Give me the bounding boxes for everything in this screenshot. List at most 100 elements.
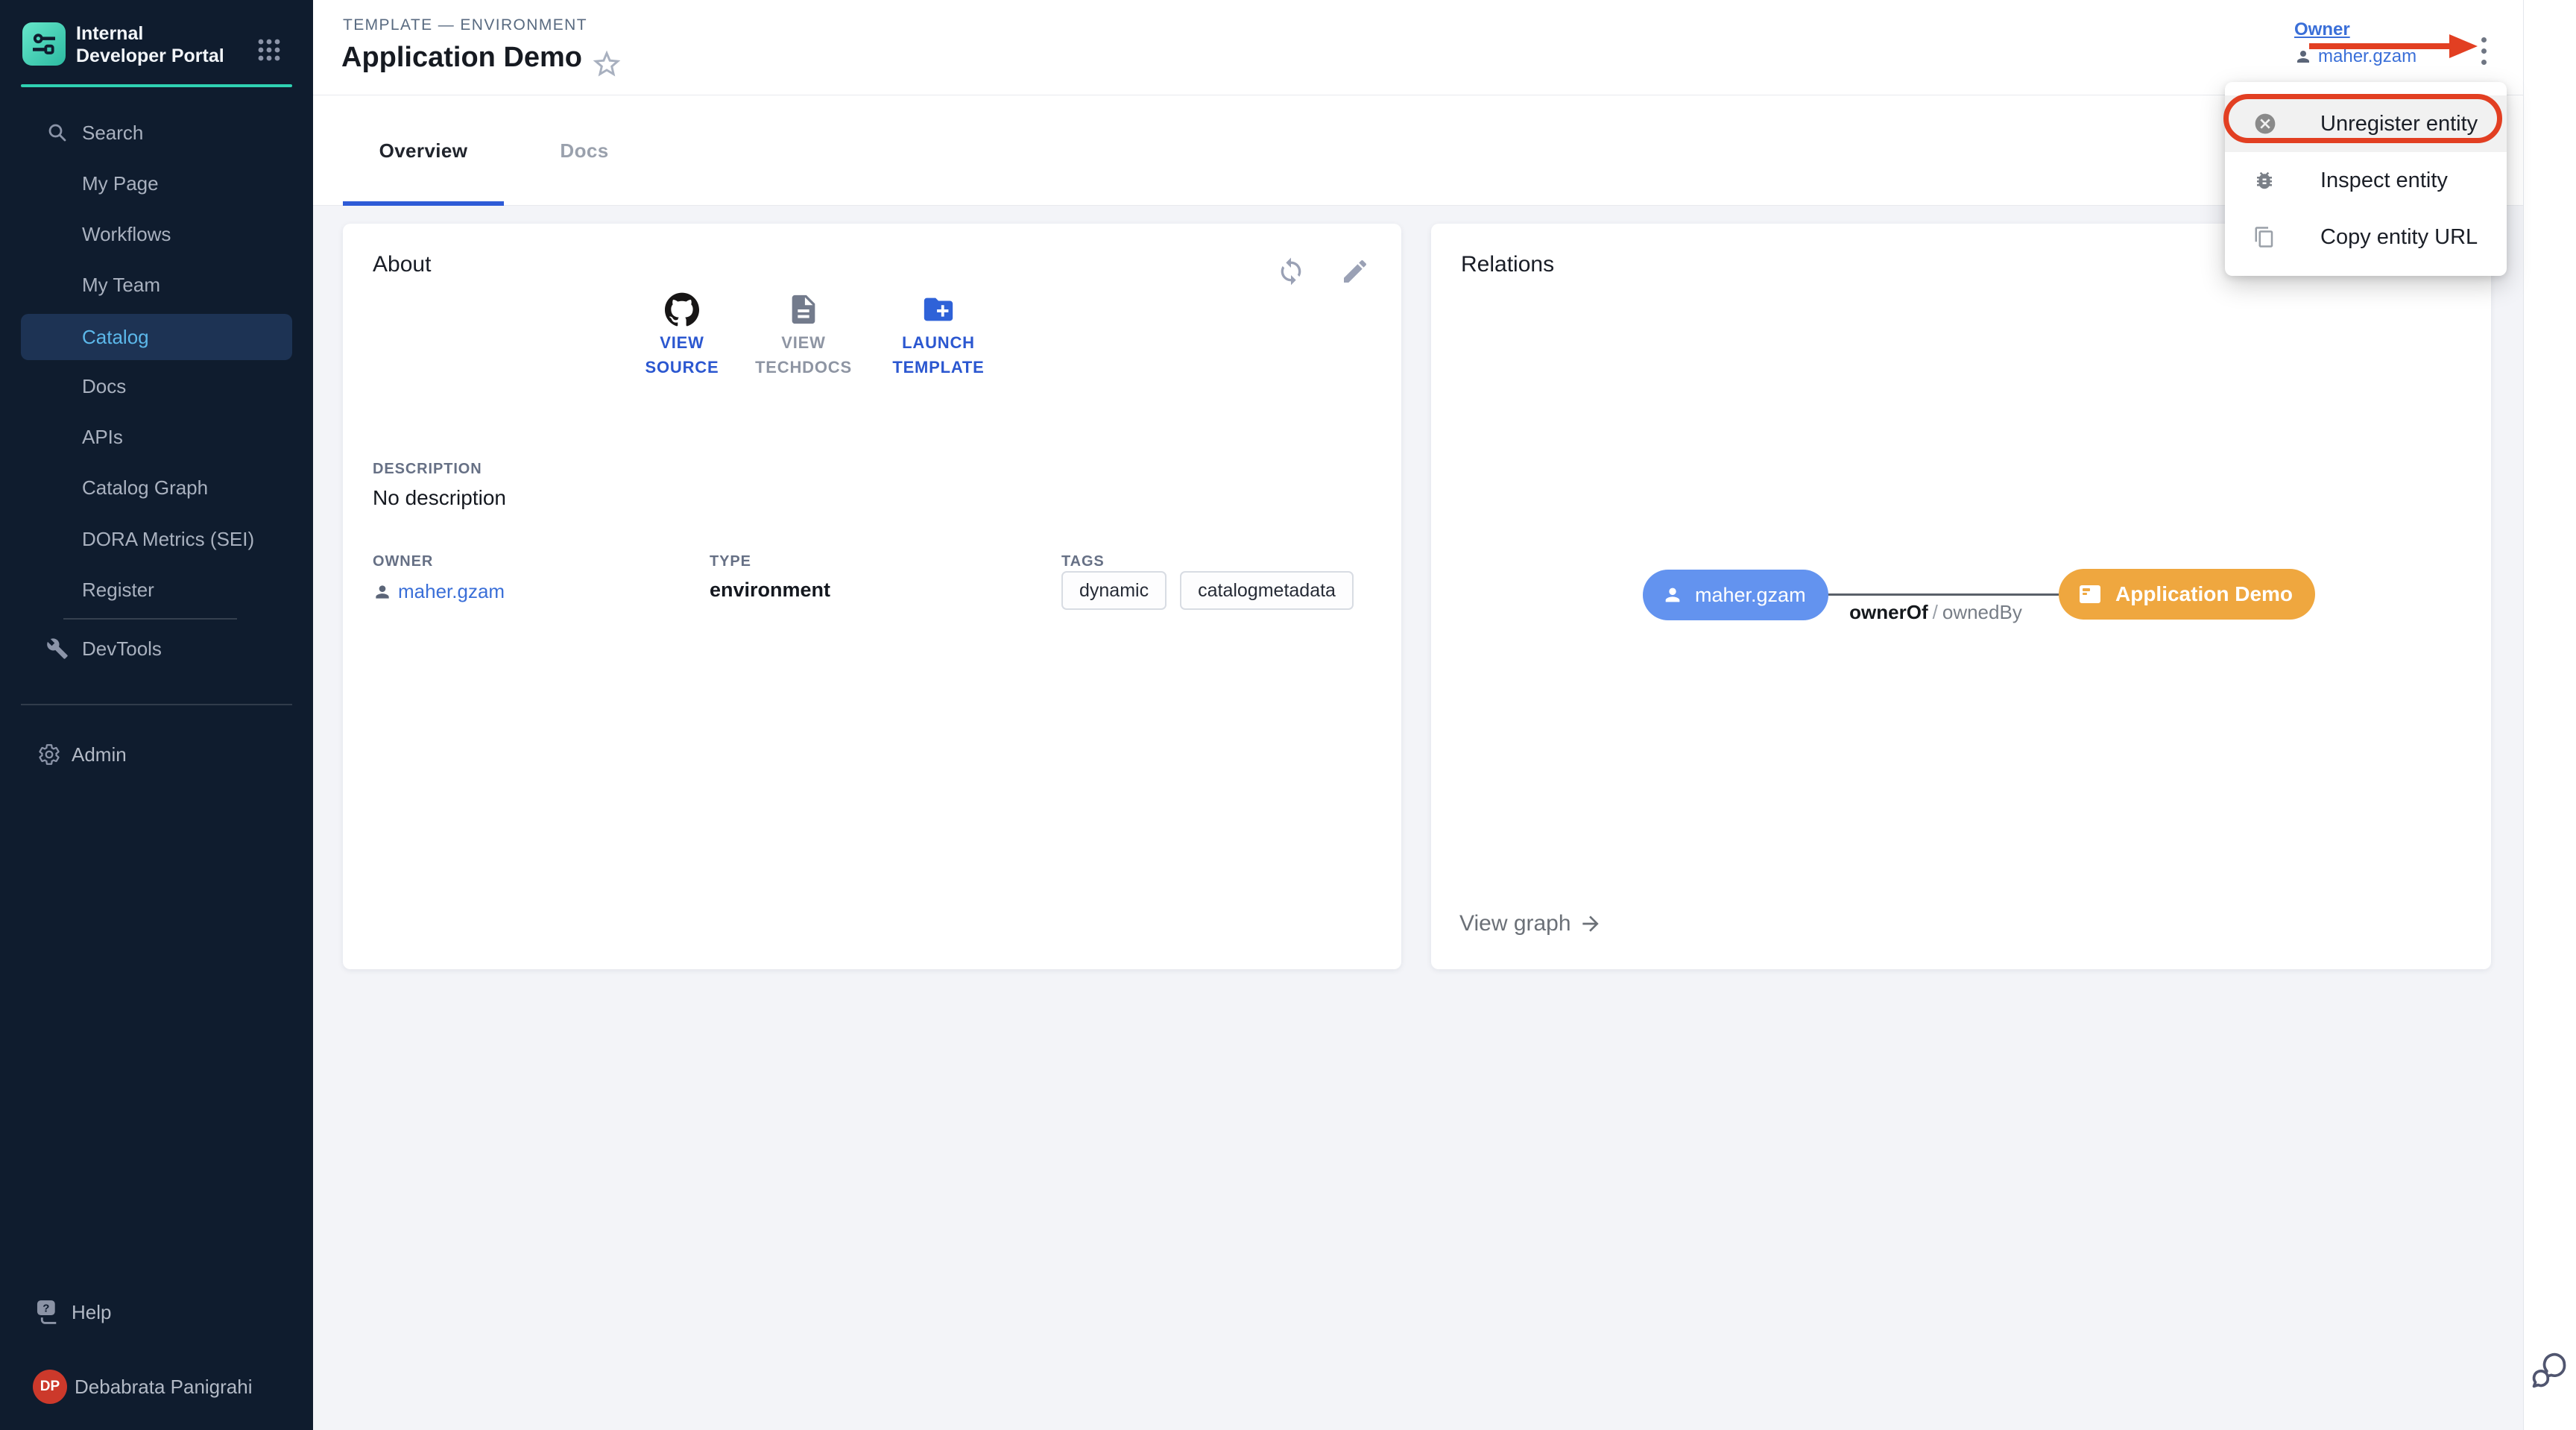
search-icon <box>46 122 69 144</box>
about-card-title: About <box>373 252 431 277</box>
sidebar-item-workflows[interactable]: Workflows <box>21 212 292 256</box>
sidebar-item-my-page[interactable]: My Page <box>21 162 292 205</box>
relations-card: Relations maher.gzam Application Demo ow… <box>1431 224 2491 969</box>
sidebar-item-label: Catalog <box>82 326 149 349</box>
view-source-button[interactable]: VIEW SOURCE <box>619 292 745 379</box>
sidebar-item-help[interactable]: ? Help <box>21 1291 292 1334</box>
brand[interactable]: Internal Developer Portal <box>22 22 291 67</box>
sidebar-item-label: Admin <box>72 743 127 766</box>
relations-card-title: Relations <box>1461 252 1554 277</box>
gear-icon <box>37 743 61 766</box>
svg-text:?: ? <box>42 1302 49 1314</box>
user-name: Debabrata Panigrahi <box>75 1376 253 1399</box>
menu-item-inspect-entity[interactable]: Inspect entity <box>2225 152 2507 209</box>
arrow-right-icon <box>1579 912 1603 936</box>
relation-separator: / <box>1933 601 1938 623</box>
node-label: maher.gzam <box>1695 584 1806 607</box>
cancel-circle-icon <box>2253 112 2277 136</box>
sidebar-item-label: Register <box>82 579 154 602</box>
view-graph-link[interactable]: View graph <box>1459 911 1603 936</box>
menu-item-copy-entity-url[interactable]: Copy entity URL <box>2225 209 2507 265</box>
app-root: Internal Developer Portal Search My Page… <box>0 0 2576 1430</box>
tags-field-label: TAGS <box>1061 553 1105 570</box>
tag-chip[interactable]: catalogmetadata <box>1180 571 1354 610</box>
action-label: VIEW <box>740 330 867 355</box>
description-value: No description <box>373 486 506 510</box>
sidebar-divider <box>63 618 237 620</box>
sidebar: Internal Developer Portal Search My Page… <box>0 0 313 1430</box>
owner-value-text: maher.gzam <box>2318 46 2416 67</box>
refresh-icon[interactable] <box>1276 256 1306 286</box>
owner-block: Owner maher.gzam <box>2294 19 2416 67</box>
relation-edge <box>1813 593 2059 596</box>
sidebar-item-label: My Page <box>82 172 159 195</box>
template-card-icon <box>2078 583 2103 605</box>
graph-node-user[interactable]: maher.gzam <box>1643 570 1828 620</box>
launch-template-button[interactable]: LAUNCH TEMPLATE <box>875 292 1002 379</box>
about-card: About VIEW SOURCE VIEW TECHDOCS LAUNCH <box>343 224 1401 969</box>
brand-logo-icon <box>22 22 66 66</box>
type-field-label: TYPE <box>710 553 751 570</box>
sidebar-user[interactable]: DP Debabrata Panigrahi <box>21 1365 292 1408</box>
sidebar-item-label: Workflows <box>82 223 171 246</box>
sidebar-item-devtools[interactable]: DevTools <box>21 627 292 670</box>
help-chat-icon: ? <box>34 1298 63 1326</box>
sidebar-item-label: Help <box>72 1301 111 1324</box>
person-icon <box>2294 48 2312 66</box>
sidebar-item-dora-metrics[interactable]: DORA Metrics (SEI) <box>21 517 292 561</box>
tags-list: dynamic catalogmetadata <box>1061 571 1354 610</box>
apps-grid-icon[interactable] <box>258 39 280 61</box>
type-value: environment <box>710 579 830 602</box>
scroll-gutter[interactable] <box>2523 0 2576 1430</box>
chat-bubbles-icon[interactable] <box>2528 1346 2570 1391</box>
sidebar-item-label: Catalog Graph <box>82 476 208 500</box>
sidebar-item-label: Docs <box>82 375 126 398</box>
favorite-star-icon[interactable] <box>590 48 623 81</box>
sidebar-item-label: DevTools <box>82 637 162 661</box>
relation-edge-label: ownerOf/ownedBy <box>1824 601 2048 624</box>
action-label: VIEW <box>619 330 745 355</box>
kebab-menu-button[interactable] <box>2476 30 2491 72</box>
avatar: DP <box>33 1370 67 1404</box>
owner-label-link[interactable]: Owner <box>2294 19 2416 40</box>
sidebar-item-search[interactable]: Search <box>21 111 292 154</box>
action-label: SOURCE <box>619 355 745 379</box>
page-title: Application Demo <box>341 42 582 74</box>
relation-forward: ownerOf <box>1849 601 1928 623</box>
menu-item-label: Unregister entity <box>2320 112 2478 136</box>
sidebar-item-catalog-graph[interactable]: Catalog Graph <box>21 466 292 509</box>
owner-value-link[interactable]: maher.gzam <box>2294 46 2416 67</box>
about-owner-link[interactable]: maher.gzam <box>373 580 505 603</box>
page-header <box>313 0 2576 95</box>
github-icon <box>665 292 699 327</box>
about-owner-text: maher.gzam <box>398 580 505 603</box>
active-tab-indicator <box>343 201 504 206</box>
action-label: TEMPLATE <box>875 355 1002 379</box>
sidebar-divider <box>21 704 292 705</box>
copy-icon <box>2253 226 2276 248</box>
sidebar-accent-divider <box>21 84 292 87</box>
person-icon <box>373 582 392 602</box>
sidebar-item-catalog[interactable]: Catalog <box>21 314 292 360</box>
tab-overview[interactable]: Overview <box>343 95 504 206</box>
tab-docs[interactable]: Docs <box>504 95 665 206</box>
wrench-icon <box>46 637 69 660</box>
sidebar-item-label: My Team <box>82 274 160 297</box>
edit-pencil-icon[interactable] <box>1340 256 1370 286</box>
sidebar-item-register[interactable]: Register <box>21 568 292 611</box>
sidebar-item-docs[interactable]: Docs <box>21 365 292 408</box>
graph-node-entity[interactable]: Application Demo <box>2059 569 2315 620</box>
menu-item-unregister-entity[interactable]: Unregister entity <box>2225 95 2507 152</box>
bug-icon <box>2253 169 2276 192</box>
view-techdocs-button[interactable]: VIEW TECHDOCS <box>740 292 867 379</box>
tag-chip[interactable]: dynamic <box>1061 571 1167 610</box>
action-label: TECHDOCS <box>740 355 867 379</box>
sidebar-item-label: APIs <box>82 426 123 449</box>
description-label: DESCRIPTION <box>373 461 482 478</box>
sidebar-item-admin[interactable]: Admin <box>21 733 292 776</box>
sidebar-item-apis[interactable]: APIs <box>21 415 292 459</box>
sidebar-item-my-team[interactable]: My Team <box>21 263 292 306</box>
sidebar-item-label: DORA Metrics (SEI) <box>82 528 254 551</box>
action-label: LAUNCH <box>875 330 1002 355</box>
sidebar-item-label: Search <box>82 122 143 145</box>
